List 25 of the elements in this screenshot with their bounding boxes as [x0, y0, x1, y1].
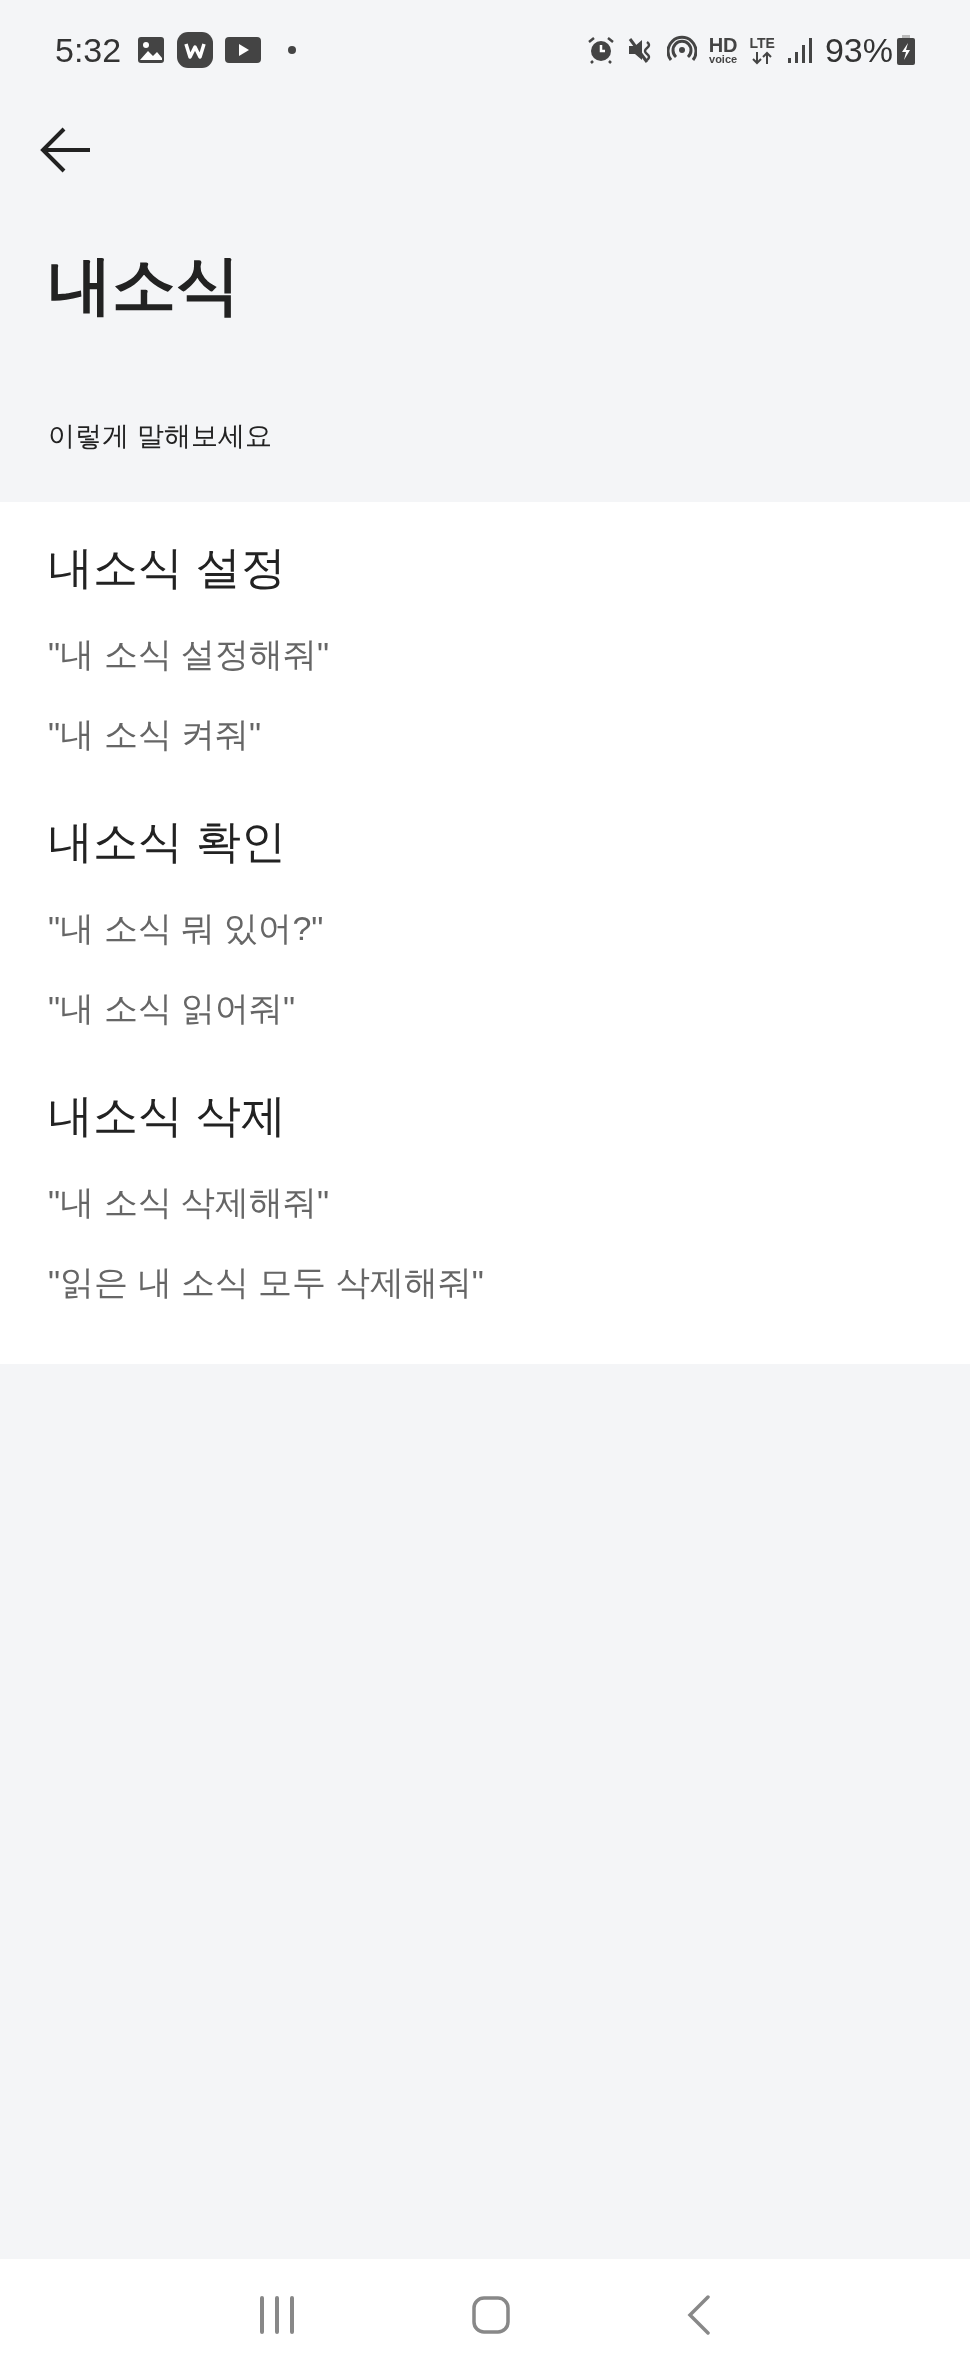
home-icon[interactable] — [472, 2296, 510, 2334]
section-heading: 내소식 삭제 — [48, 1089, 287, 1143]
example-phrase: "내 소식 켜줘" — [48, 714, 263, 755]
battery-percent: 93% — [824, 29, 893, 71]
app-icon — [177, 32, 214, 68]
dot-icon — [287, 45, 298, 55]
example-phrase: "내 소식 읽어줘" — [48, 988, 297, 1029]
section-heading: 내소식 설정 — [48, 541, 287, 595]
example-phrase: "내 소식 삭제해줘" — [48, 1182, 331, 1223]
gallery-icon — [137, 36, 166, 64]
back-icon[interactable] — [687, 2295, 712, 2335]
hd-voice-icon: HD voice — [708, 35, 738, 65]
status-time: 5:32 — [55, 29, 122, 71]
battery-charging-icon — [897, 35, 915, 65]
signal-icon — [786, 36, 813, 64]
back-arrow-icon — [40, 126, 92, 174]
example-phrase: "읽은 내 소식 모두 삭제해줘" — [48, 1262, 485, 1303]
play-icon — [225, 37, 262, 63]
alarm-icon — [586, 36, 615, 64]
recent-apps-icon[interactable] — [258, 2296, 295, 2334]
section-heading: 내소식 확인 — [48, 815, 287, 869]
page-title: 내소식 — [48, 248, 240, 323]
section-caption: 이렇게 말해보세요 — [48, 419, 272, 453]
example-phrase: "내 소식 뭐 있어?" — [48, 908, 325, 949]
example-phrase: "내 소식 설정해줘" — [48, 634, 331, 675]
